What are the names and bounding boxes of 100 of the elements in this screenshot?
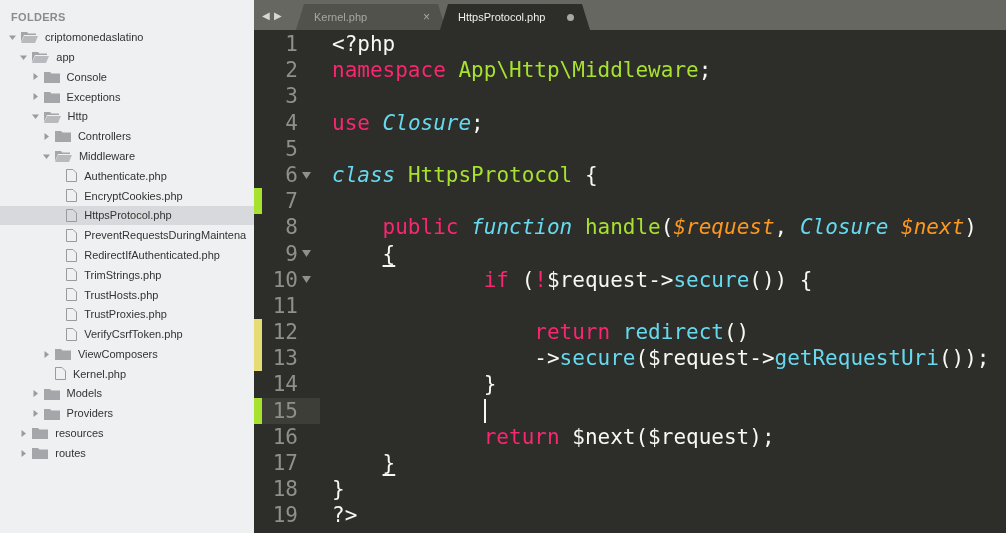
code-token: handle [584,214,661,241]
code-token: getRequestUri [774,345,939,372]
code-token: } [382,450,396,477]
code-token: if [483,266,509,293]
code-token: <?php [332,31,396,58]
tab[interactable]: HttpsProtocol.php [440,4,590,30]
code-token: Closure [382,109,472,136]
code-token: ; [698,57,712,84]
file-icon [66,248,78,262]
line-number: 13 [271,345,298,372]
file-icon [66,327,78,341]
file-icon [66,209,78,223]
tree-item[interactable]: Http [0,106,254,127]
forward-arrow[interactable]: ▶ [274,9,282,21]
folder-icon [32,427,49,440]
code-token: ($request-> [635,345,775,372]
tree-item[interactable]: HttpsProtocol.php [0,205,254,226]
file-icon [66,288,78,302]
code-token: , [774,214,788,241]
file-icon [66,308,78,322]
code-token: $next [901,214,965,241]
tree-item[interactable]: app [0,47,254,68]
file-icon [54,367,66,381]
tree-item[interactable]: Kernel.php [0,364,254,384]
code-token: -> [534,345,560,372]
tree-item[interactable]: TrustHosts.php [0,284,254,305]
code-token: $request [673,214,775,241]
code-token: } [332,476,345,503]
file-icon [66,189,78,203]
tree-item[interactable]: Providers [0,403,254,424]
open-folder-icon [43,110,61,123]
code-token: } [483,371,497,398]
line-number: 6 [284,161,298,189]
fold-arrow-icon[interactable] [301,276,311,284]
folder-icon [54,130,71,143]
code-token: ?> [332,502,358,529]
line-number: 14 [271,371,298,398]
line-number: 10 [271,266,298,293]
code-token: ()); [938,345,990,372]
line-number: 16 [271,423,298,450]
tree-item[interactable]: RedirectIfAuthenticated.php [0,245,254,266]
line-number: 1 [284,31,298,58]
folder-icon [43,407,60,420]
tree-item[interactable]: VerifyCsrfToken.php [0,324,254,345]
open-folder-icon [21,31,38,44]
code-token: $next($request); [572,423,775,450]
code-token: ; [471,109,484,136]
tree-item[interactable]: ViewComposers [0,344,254,365]
tree-item[interactable]: criptomonedaslatino [0,27,254,48]
sidebar-title: FOLDERS [10,10,67,25]
line-number: 11 [271,292,298,320]
code-token: ( [660,214,674,241]
folder-icon [54,348,71,361]
file-icon [66,268,78,282]
code-token: ()) { [749,266,813,293]
line-number: 12 [271,319,298,346]
tree-item[interactable]: Models [0,383,254,404]
line-number: 9 [284,240,298,267]
code-token: function [471,214,573,241]
code-token: { [382,240,396,267]
tree-item[interactable]: TrimStrings.php [0,265,254,285]
code-token: Closure [799,214,889,241]
line-number: 7 [284,188,298,215]
tree-item[interactable]: Controllers [0,126,254,147]
line-number: 19 [271,502,298,529]
back-arrow[interactable]: ◀ [262,9,270,21]
code-token: public [382,214,459,241]
code-token: secure [559,345,636,372]
folder-icon [43,71,60,83]
open-folder-icon [54,150,72,163]
folder-icon [43,90,60,103]
file-icon [66,169,78,183]
tree-item[interactable]: Exceptions [0,86,254,107]
fold-arrow-icon[interactable] [301,250,311,258]
tree-item[interactable]: PreventRequestsDuringMaintena [0,225,254,246]
file-icon [66,228,78,242]
code-token: class [332,161,396,189]
line-number: 2 [284,57,298,84]
code-token: App\Http\Middleware [458,57,699,84]
line-number: 17 [271,450,298,477]
tree-item[interactable]: Console [0,67,254,87]
fold-arrow-icon[interactable] [301,171,311,179]
code-token: HttpsProtocol [407,161,573,189]
tree-item[interactable]: Authenticate.php [0,166,254,186]
folder-icon [43,387,60,400]
tree-item[interactable]: Middleware [0,146,254,167]
line-number: 5 [284,135,298,162]
line-number: 18 [271,476,298,503]
code-token: return [534,319,611,346]
code-token: return [483,423,560,450]
code-token: use [332,109,370,136]
tree-item[interactable]: resources [0,423,254,444]
tree-item[interactable]: routes [0,443,254,464]
code-token: () [723,319,750,346]
line-number: 8 [284,214,298,241]
open-folder-icon [32,51,50,64]
tree-item[interactable]: TrustProxies.php [0,304,254,325]
code-token: { [584,161,598,189]
tree-item[interactable]: EncryptCookies.php [0,185,254,206]
code-token: ) [964,214,977,241]
